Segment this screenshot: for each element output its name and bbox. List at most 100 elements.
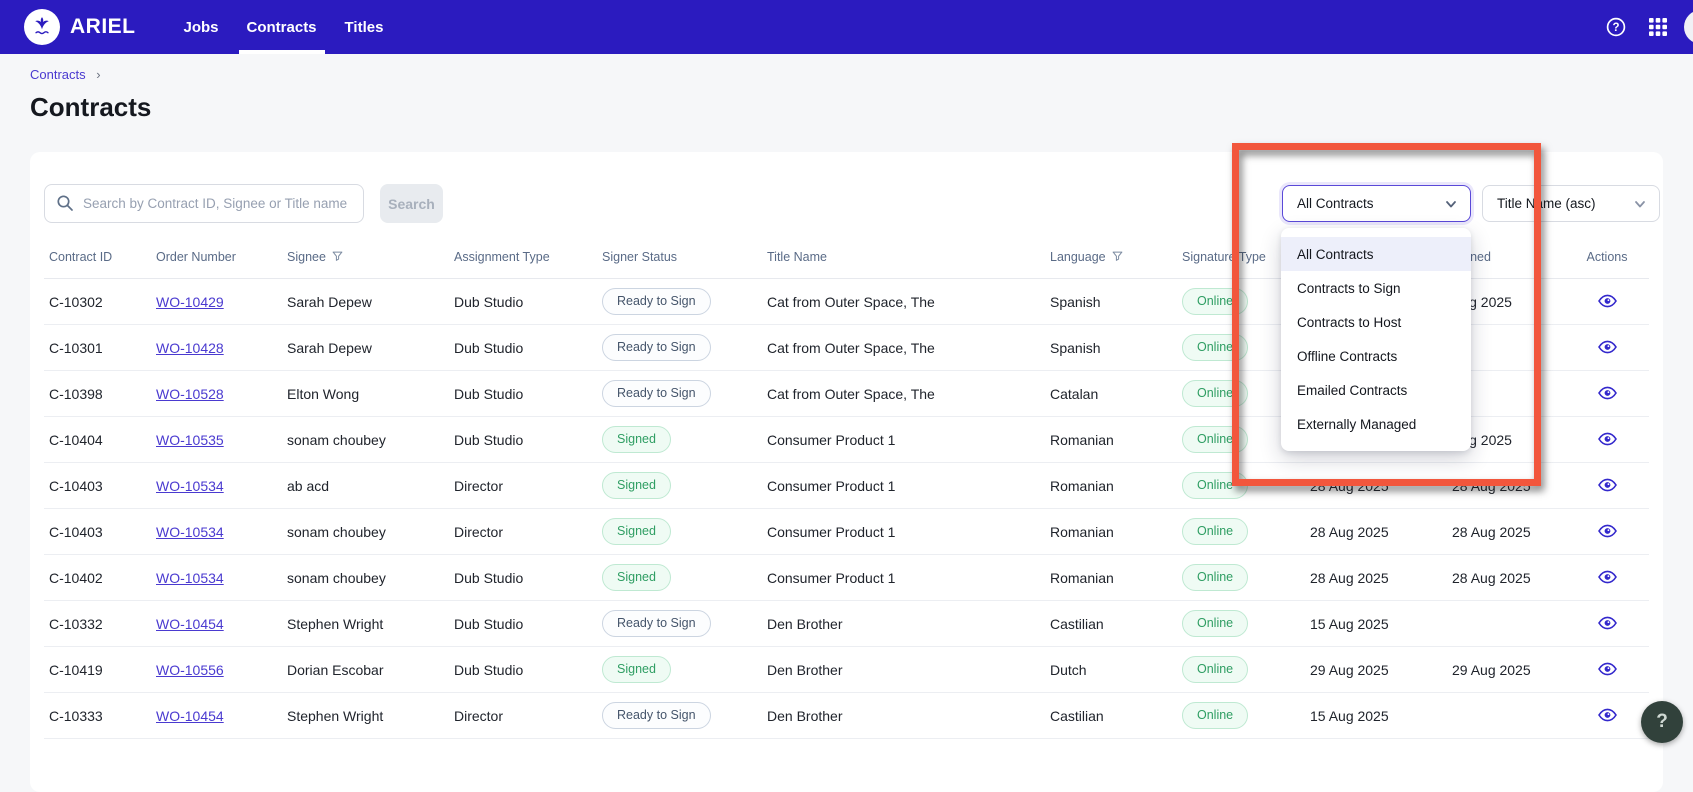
assignment-type-cell: Dub Studio — [449, 278, 597, 325]
nav-item-contracts[interactable]: Contracts — [233, 0, 331, 54]
view-contract-button[interactable] — [1594, 338, 1621, 356]
breadcrumb-link-contracts[interactable]: Contracts — [30, 67, 86, 82]
primary-nav: Jobs Contracts Titles — [170, 0, 398, 54]
order-number-cell: WO-10556 — [151, 646, 282, 693]
view-contract-button[interactable] — [1594, 292, 1621, 310]
signature-type-cell: Online — [1177, 554, 1305, 601]
column-header-label: Contract ID — [49, 250, 113, 264]
date-value: 28 Aug 2025 — [1452, 477, 1531, 494]
title-name: Consumer Product 1 — [767, 477, 896, 494]
signer-status-cell: Ready to Sign — [597, 600, 762, 647]
filter-funnel-icon[interactable] — [1112, 251, 1123, 262]
view-contract-button[interactable] — [1594, 384, 1621, 402]
help-icon[interactable]: ? — [1605, 16, 1627, 38]
column-header-label: Signer Status — [602, 250, 678, 264]
signature-type-badge: Online — [1182, 472, 1249, 499]
order-number-link[interactable]: WO-10428 — [156, 340, 224, 356]
order-number-link[interactable]: WO-10454 — [156, 616, 224, 632]
contracts-filter-select[interactable]: All Contracts — [1282, 185, 1471, 222]
breadcrumb-separator-icon: › — [96, 67, 101, 82]
order-number-link[interactable]: WO-10534 — [156, 570, 224, 586]
language-cell: Catalan — [1045, 370, 1177, 417]
order-number-link[interactable]: WO-10534 — [156, 478, 224, 494]
order-number-link[interactable]: WO-10454 — [156, 708, 224, 724]
signee: Stephen Wright — [287, 707, 384, 724]
signature-type-cell: Online — [1177, 646, 1305, 693]
title-name-cell: Cat from Outer Space, The — [762, 278, 1045, 325]
language: Castilian — [1050, 615, 1104, 632]
dropdown-option-emailed-contracts[interactable]: Emailed Contracts — [1281, 373, 1471, 407]
apps-grid-icon[interactable] — [1647, 16, 1669, 38]
view-contract-button[interactable] — [1594, 568, 1621, 586]
signature-type-badge: Online — [1182, 702, 1249, 729]
column-header-label: Title Name — [767, 250, 827, 264]
view-contract-button[interactable] — [1594, 706, 1621, 724]
date-value: 15 Aug 2025 — [1310, 707, 1389, 724]
dropdown-option-all-contracts[interactable]: All Contracts — [1281, 237, 1471, 271]
order-number-link[interactable]: WO-10429 — [156, 294, 224, 310]
signee: sonam choubey — [287, 431, 386, 448]
view-contract-button[interactable] — [1594, 614, 1621, 632]
contract-id-cell: C-10332 — [44, 600, 151, 647]
order-number-link[interactable]: WO-10556 — [156, 662, 224, 678]
signer-status-badge: Signed — [602, 564, 671, 591]
signature-type-badge: Online — [1182, 380, 1249, 407]
column-header-language[interactable]: Language — [1045, 240, 1177, 279]
language: Romanian — [1050, 431, 1114, 448]
signer-status-badge: Ready to Sign — [602, 380, 711, 407]
order-number-link[interactable]: WO-10528 — [156, 386, 224, 402]
signature-type-badge: Online — [1182, 656, 1249, 683]
contract-id: C-10402 — [49, 569, 103, 586]
contract-id-cell: C-10301 — [44, 324, 151, 371]
filter-funnel-icon[interactable] — [332, 251, 343, 262]
nav-item-titles[interactable]: Titles — [331, 0, 398, 54]
view-contract-button[interactable] — [1594, 430, 1621, 448]
title-name: Consumer Product 1 — [767, 523, 896, 540]
table-row: C-10403 WO-10534 sonam choubey Director Sign… — [44, 508, 1649, 555]
signature-type-badge: Online — [1182, 564, 1249, 591]
order-number-link[interactable]: WO-10535 — [156, 432, 224, 448]
dropdown-option-externally-managed[interactable]: Externally Managed — [1281, 407, 1471, 441]
language: Spanish — [1050, 339, 1101, 356]
sort-select[interactable]: Title Name (asc) — [1482, 185, 1660, 222]
view-contract-button[interactable] — [1594, 660, 1621, 678]
table-row: C-10402 WO-10534 sonam choubey Dub Studio Si… — [44, 554, 1649, 601]
nav-item-jobs[interactable]: Jobs — [170, 0, 233, 54]
signee-cell: sonam choubey — [282, 554, 449, 601]
signature-type-cell: Online — [1177, 462, 1305, 509]
signer-status-badge: Ready to Sign — [602, 702, 711, 729]
signature-type-cell: Online — [1177, 692, 1305, 739]
contract-id: C-10332 — [49, 615, 103, 632]
view-contract-button[interactable] — [1594, 522, 1621, 540]
view-eye-icon — [1597, 432, 1617, 446]
search-button[interactable]: Search — [380, 184, 443, 223]
actions-cell — [1565, 600, 1649, 647]
assignment-type: Director — [454, 523, 504, 540]
dropdown-option-contracts-to-host[interactable]: Contracts to Host — [1281, 305, 1471, 339]
title-name: Den Brother — [767, 661, 843, 678]
search-input[interactable] — [44, 184, 364, 223]
order-number-link[interactable]: WO-10534 — [156, 524, 224, 540]
language: Spanish — [1050, 293, 1101, 310]
language: Castilian — [1050, 707, 1104, 724]
language: Romanian — [1050, 569, 1114, 586]
column-header-label: Signee — [287, 250, 326, 264]
dropdown-option-offline-contracts[interactable]: Offline Contracts — [1281, 339, 1471, 373]
view-contract-button[interactable] — [1594, 476, 1621, 494]
date-signed-cell: 28 Aug 2025 — [1447, 554, 1565, 601]
order-number-cell: WO-10534 — [151, 554, 282, 601]
page-title: Contracts — [30, 92, 152, 122]
avatar[interactable] — [1684, 10, 1693, 44]
view-eye-icon — [1597, 662, 1617, 676]
date-signed-cell: 28 Aug 2025 — [1447, 508, 1565, 555]
language-cell: Spanish — [1045, 324, 1177, 371]
order-number-cell: WO-10528 — [151, 370, 282, 417]
column-header-signee[interactable]: Signee — [282, 240, 449, 279]
dropdown-option-contracts-to-sign[interactable]: Contracts to Sign — [1281, 271, 1471, 305]
view-eye-icon — [1597, 294, 1617, 308]
signee: sonam choubey — [287, 569, 386, 586]
title-name-cell: Consumer Product 1 — [762, 508, 1045, 555]
signature-type-cell: Online — [1177, 508, 1305, 555]
floating-help-button[interactable]: ? — [1641, 701, 1683, 743]
ariel-logo[interactable] — [24, 9, 60, 45]
